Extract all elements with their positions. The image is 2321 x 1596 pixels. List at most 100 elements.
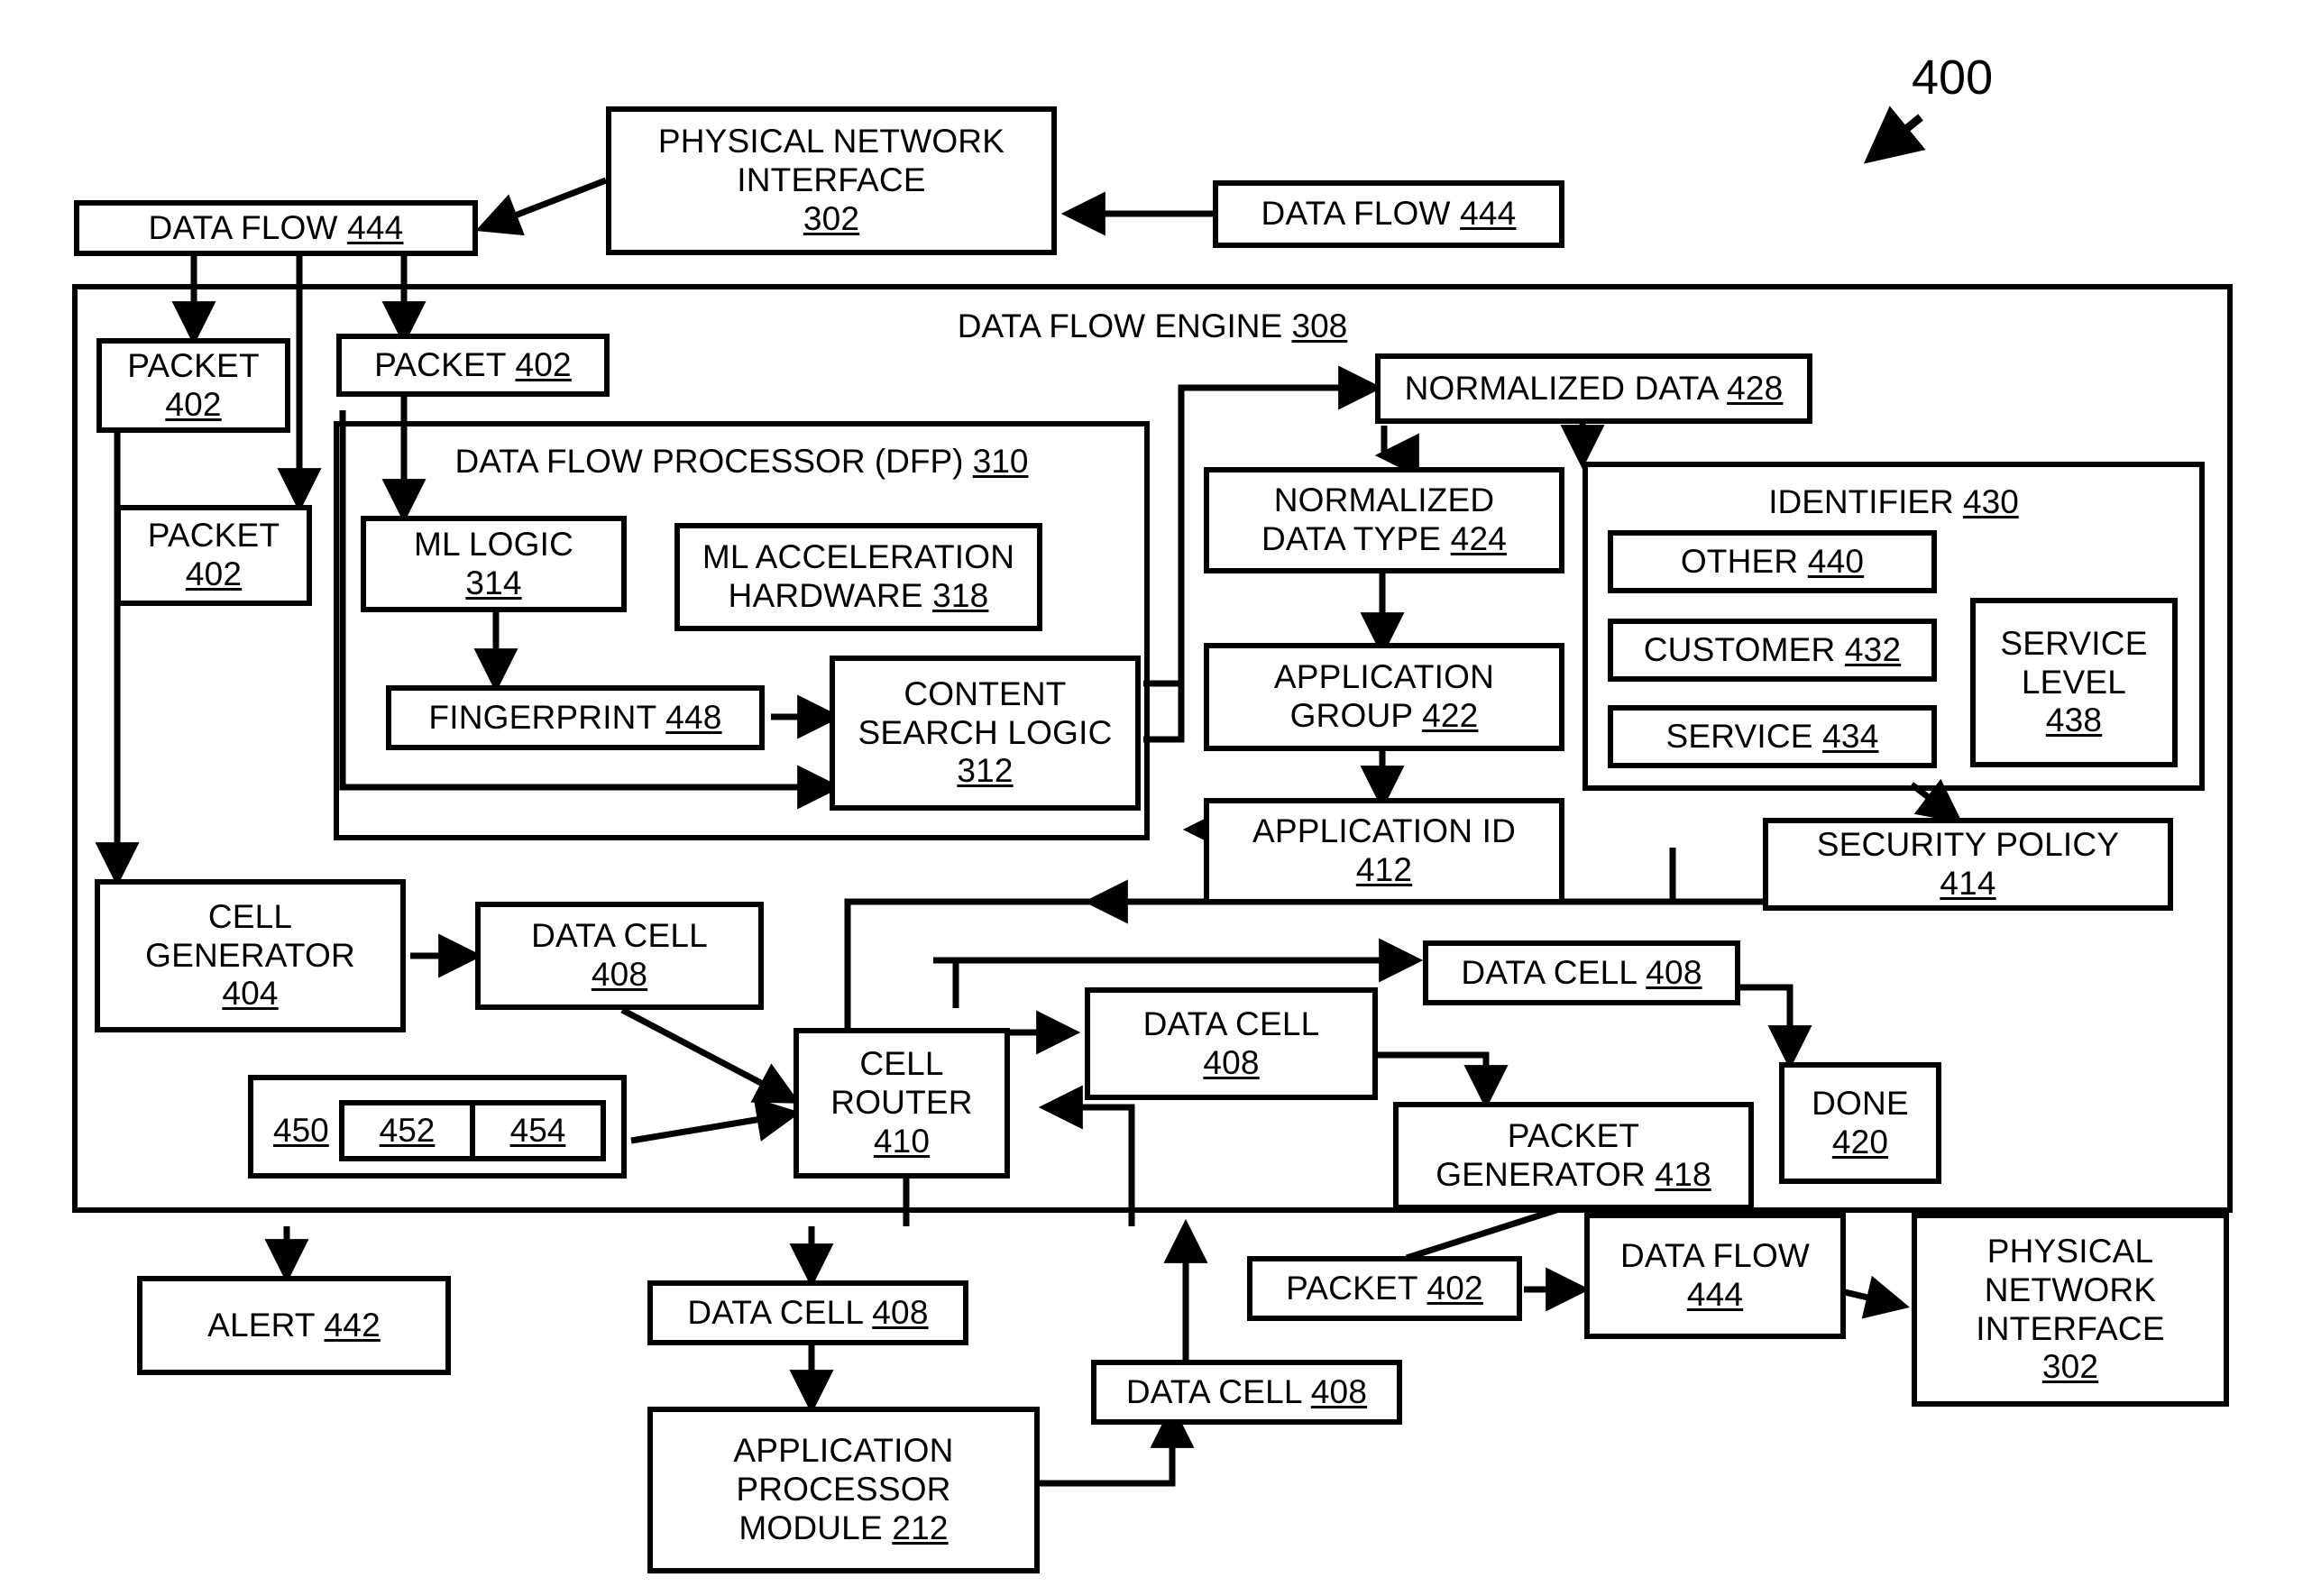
block-packet-generator: PACKET GENERATOR 418 — [1393, 1102, 1754, 1210]
fingerprint-ref: 448 — [665, 698, 722, 736]
block-normalized-data: NORMALIZED DATA 428 — [1375, 353, 1812, 424]
dc-ur-ref: 408 — [1646, 953, 1702, 991]
block-identifier-other: OTHER 440 — [1608, 530, 1937, 593]
block-application-id: APPLICATION ID 412 — [1204, 798, 1564, 904]
customer-label: CUSTOMER — [1643, 630, 1845, 668]
cell-strip-field-452: 452 — [379, 1112, 436, 1149]
dc-ur-line1: DATA CELL — [1461, 953, 1647, 991]
dfp-title: DATA FLOW PROCESSOR (DFP) — [454, 443, 973, 480]
secpol-line1: SECURITY POLICY — [1816, 825, 2120, 863]
ndt-line1: NORMALIZED — [1273, 482, 1495, 519]
packet-c-ref: 402 — [185, 555, 243, 592]
block-data-flow-out: DATA FLOW 444 — [1584, 1213, 1846, 1339]
cell-strip-inner: 452 454 — [339, 1100, 606, 1161]
block-data-flow-444-top-right: DATA FLOW 444 — [1213, 180, 1564, 248]
block-done: DONE 420 — [1779, 1062, 1941, 1184]
pni-top-line1: PHYSICAL NETWORK — [657, 123, 1005, 161]
apm-ref: 212 — [892, 1509, 949, 1546]
pktgen-ref: 418 — [1655, 1156, 1711, 1193]
block-normalized-data-type: NORMALIZED DATA TYPE 424 — [1204, 467, 1564, 573]
alert-label: ALERT — [207, 1306, 325, 1344]
block-packet-402-out: PACKET 402 — [1247, 1256, 1522, 1321]
router-ref: 410 — [873, 1122, 931, 1160]
ml-logic-ref: 314 — [465, 564, 522, 601]
pktgen-line2: GENERATOR — [1436, 1156, 1656, 1193]
ml-logic-label: ML LOGIC — [413, 525, 574, 563]
pni-bot-ref: 302 — [2041, 1348, 2099, 1386]
dc-gen-line1: DATA CELL — [531, 917, 708, 955]
block-physical-network-interface-bottom: PHYSICAL NETWORK INTERFACE 302 — [1912, 1213, 2229, 1407]
other-label: OTHER — [1680, 542, 1808, 580]
cellgen-line2: GENERATOR — [145, 936, 355, 974]
block-identifier-customer: CUSTOMER 432 — [1608, 619, 1937, 682]
block-application-processor-module: APPLICATION PROCESSOR MODULE 212 — [647, 1407, 1040, 1573]
apm-line3: MODULE — [738, 1509, 893, 1546]
fingerprint-label: FINGERPRINT — [428, 698, 666, 736]
block-packet-402-b: PACKET 402 — [336, 334, 610, 397]
svclvl-ref: 438 — [2045, 702, 2103, 739]
dc-mid-ref: 408 — [1203, 1043, 1260, 1081]
svclvl-line2: LEVEL — [2021, 663, 2127, 701]
block-identifier-service: SERVICE 434 — [1608, 705, 1937, 768]
mlah-line2: HARDWARE — [728, 577, 933, 614]
packet-a-label: PACKET — [127, 346, 260, 384]
csl-line1: CONTENT — [904, 674, 1067, 712]
normalized-data-ref: 428 — [1727, 369, 1784, 407]
router-line2: ROUTER — [830, 1084, 973, 1122]
service-ref: 434 — [1822, 717, 1879, 755]
identifier-ref: 430 — [1963, 483, 2019, 520]
dc-below-ref: 408 — [872, 1293, 929, 1331]
dfp-ref: 310 — [972, 443, 1029, 480]
done-line1: DONE — [1812, 1084, 1909, 1122]
packet-b-label: PACKET — [374, 345, 516, 383]
mlah-ref: 318 — [932, 577, 989, 614]
block-ml-logic: ML LOGIC 314 — [361, 516, 627, 612]
appgroup-line2: GROUP — [1289, 697, 1423, 734]
secpol-ref: 414 — [1940, 864, 1996, 902]
apm-line2: PROCESSOR — [736, 1471, 951, 1509]
service-label: SERVICE — [1665, 717, 1823, 755]
pni-bot-line2: NETWORK — [1984, 1270, 2157, 1308]
block-data-cell-from-generator: DATA CELL 408 — [475, 902, 764, 1010]
svclvl-line1: SERVICE — [2000, 624, 2148, 662]
patent-figure-400: 400 PHYSICAL NETWORK INTERFACE 302 DATA … — [0, 0, 2321, 1596]
ndt-line2: DATA TYPE — [1261, 520, 1451, 557]
appid-ref: 412 — [1355, 851, 1413, 888]
router-line1: CELL — [859, 1045, 944, 1083]
pni-bot-line3: INTERFACE — [1976, 1309, 2165, 1347]
df-top-right-ref: 444 — [1460, 195, 1517, 233]
pni-bot-line1: PHYSICAL — [1986, 1232, 2154, 1270]
csl-line2: SEARCH LOGIC — [858, 713, 1113, 751]
block-application-group: APPLICATION GROUP 422 — [1204, 643, 1564, 751]
appid-line1: APPLICATION ID — [1252, 812, 1516, 850]
cell-strip-outer: 450 452 454 — [248, 1075, 627, 1179]
block-data-cell-upper-right: DATA CELL 408 — [1423, 940, 1740, 1005]
figure-number: 400 — [1912, 50, 1994, 105]
dfe-title: DATA FLOW ENGINE — [957, 307, 1292, 344]
df-top-right-label: DATA FLOW — [1261, 195, 1461, 233]
pkt-out-ref: 402 — [1427, 1269, 1483, 1307]
df-out-line1: DATA FLOW — [1619, 1237, 1811, 1275]
dc-to-router-line1: DATA CELL — [1125, 1372, 1311, 1410]
appgroup-line1: APPLICATION — [1273, 658, 1495, 696]
block-security-policy: SECURITY POLICY 414 — [1763, 818, 2173, 911]
cellgen-line1: CELL — [207, 897, 293, 935]
mlah-line1: ML ACCELERATION — [702, 538, 1015, 576]
packet-a-ref: 402 — [165, 385, 222, 423]
ndt-ref: 424 — [1450, 520, 1508, 557]
dc-gen-ref: 408 — [591, 956, 648, 993]
pni-top-line2: INTERFACE — [737, 161, 926, 199]
block-cell-router: CELL ROUTER 410 — [794, 1028, 1010, 1179]
block-ml-acceleration-hardware: ML ACCELERATION HARDWARE 318 — [674, 523, 1042, 631]
block-data-cell-to-router: DATA CELL 408 — [1091, 1360, 1402, 1425]
alert-ref: 442 — [324, 1306, 381, 1344]
cell-strip-field-454: 454 — [470, 1105, 601, 1156]
packet-b-ref: 402 — [515, 345, 572, 383]
identifier-title: IDENTIFIER — [1768, 483, 1964, 520]
appgroup-ref: 422 — [1422, 697, 1479, 734]
block-data-cell-below-router: DATA CELL 408 — [647, 1280, 968, 1345]
df-out-ref: 444 — [1686, 1276, 1744, 1313]
block-packet-402-a: PACKET 402 — [96, 338, 290, 433]
block-cell-generator: CELL GENERATOR 404 — [95, 879, 406, 1032]
block-identifier-service-level: SERVICE LEVEL 438 — [1970, 598, 2178, 767]
